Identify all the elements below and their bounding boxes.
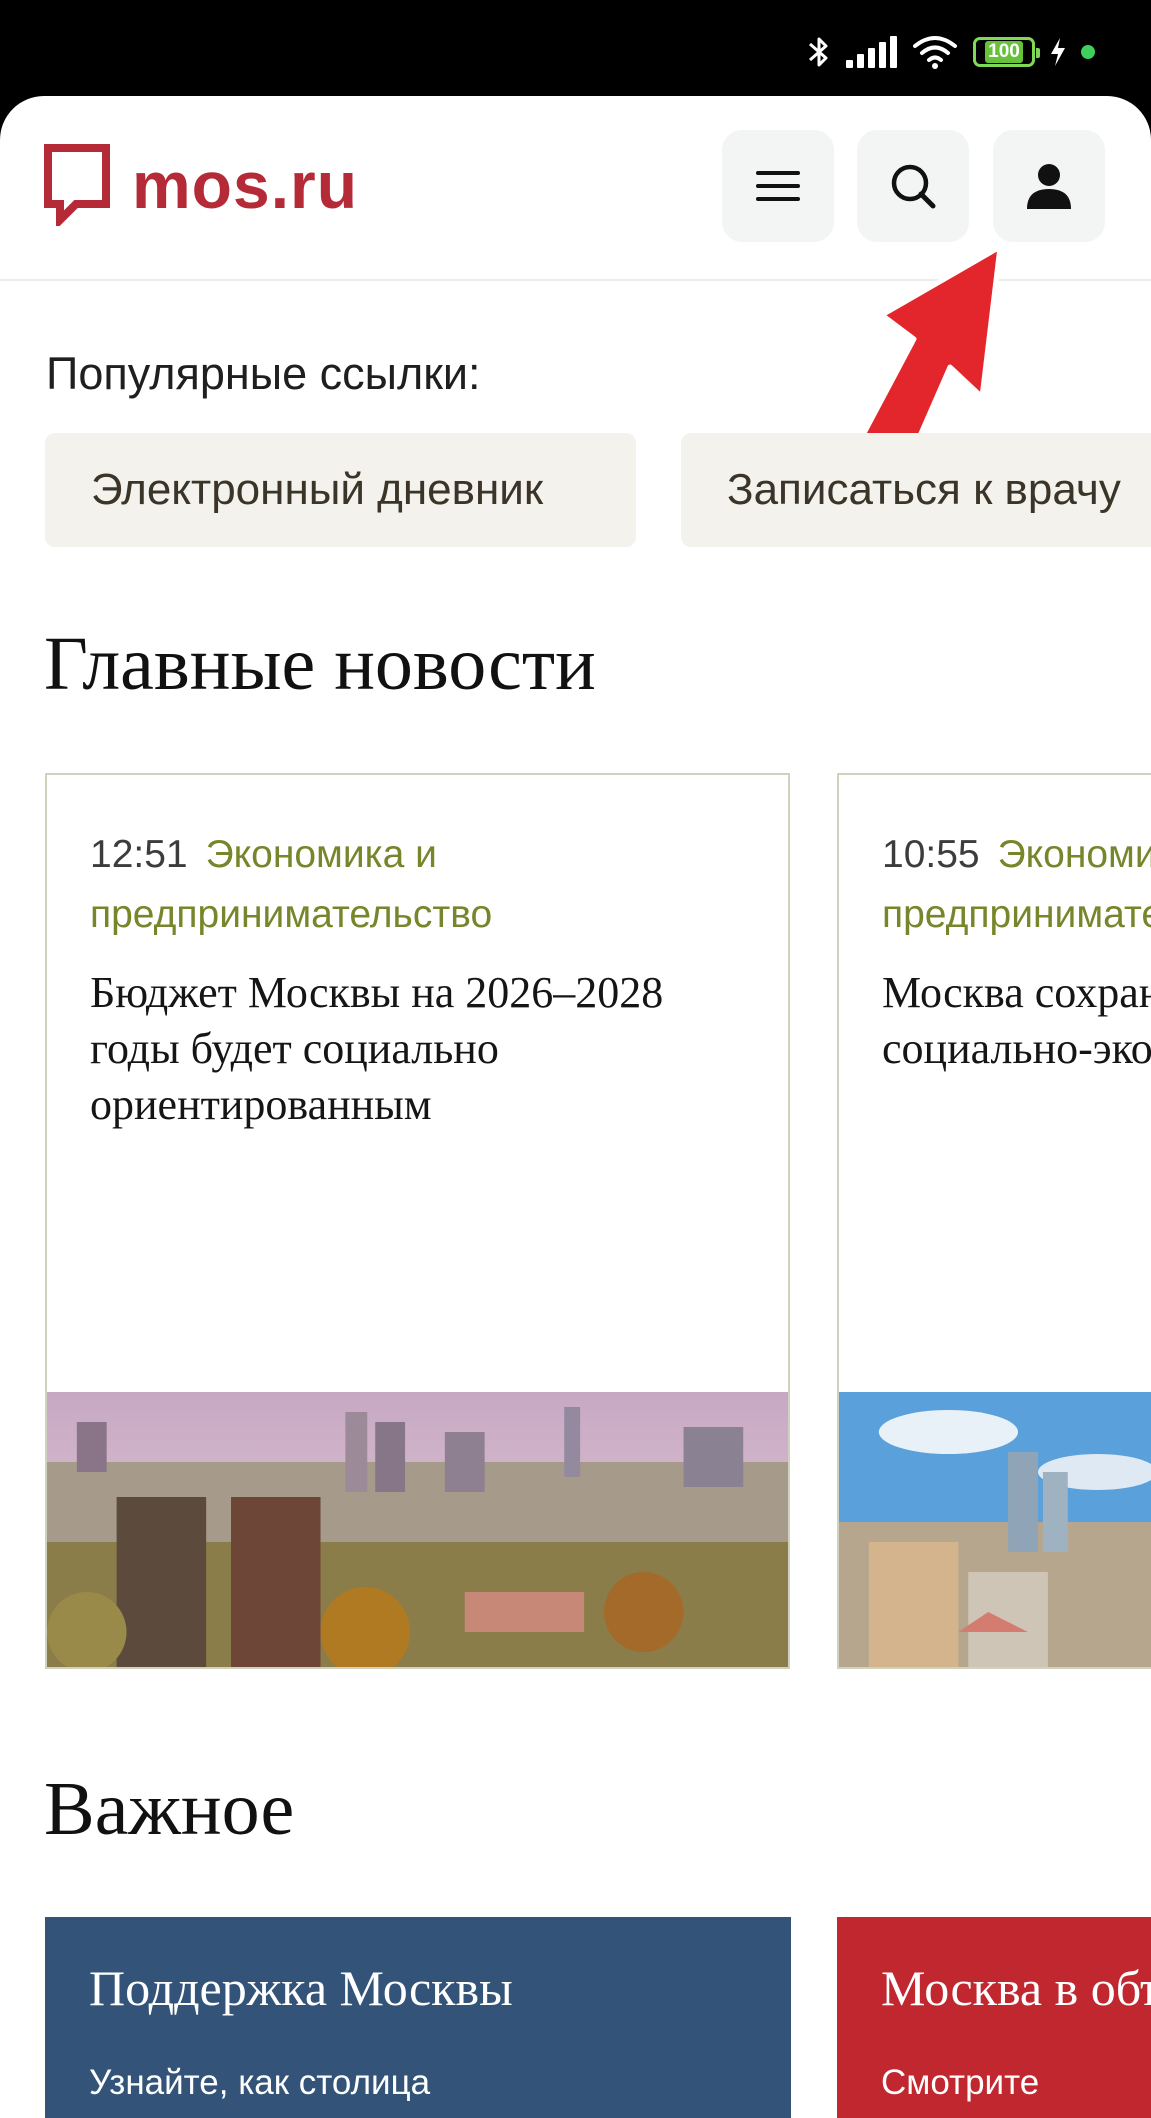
status-bar: 100	[0, 0, 1151, 96]
popular-links-label: Популярные ссылки:	[46, 348, 481, 399]
news-time: 10:55	[882, 833, 980, 876]
site-logo[interactable]: mos.ru	[44, 144, 358, 226]
site-header: mos.ru	[0, 96, 1151, 281]
important-card-title: Москва в объективе	[881, 1960, 1151, 2016]
battery-icon: 100	[973, 37, 1040, 67]
logo-text: mos.ru	[132, 148, 359, 222]
important-card-text: Смотрите	[881, 2063, 1040, 2102]
search-icon	[891, 164, 936, 209]
news-time: 12:51	[90, 833, 188, 876]
menu-button[interactable]	[722, 130, 834, 242]
news-meta: 12:51 Экономика и предпринимательство	[90, 825, 758, 945]
profile-button[interactable]	[993, 130, 1105, 242]
user-icon	[1027, 164, 1071, 209]
important-card-title: Поддержка Москвы	[89, 1960, 513, 2016]
important-card[interactable]: Поддержка Москвы Узнайте, как столица	[45, 1917, 791, 2118]
news-card[interactable]: 10:55Экономика и предпринимательство Мос…	[837, 773, 1151, 1669]
important-card-text: Узнайте, как столица	[89, 2063, 431, 2102]
menu-icon	[756, 171, 800, 201]
signal-icon	[846, 36, 897, 68]
search-button[interactable]	[857, 130, 969, 242]
browser-page: mos.ru Популярные ссылки: Электронный дн…	[0, 96, 1151, 2118]
news-headline: Москва сохраняет динамику социально-экон…	[882, 968, 1151, 1073]
status-icons: 100	[806, 34, 1095, 70]
wifi-icon	[913, 36, 957, 69]
logo-speech-bubble-icon	[44, 144, 110, 226]
important-card[interactable]: Москва в объективе Смотрите	[837, 1917, 1151, 2118]
popular-link-diary[interactable]: Электронный дневник	[45, 433, 636, 547]
news-section-title: Главные новости	[44, 622, 596, 706]
news-card[interactable]: 12:51 Экономика и предпринимательство Бюд…	[45, 773, 790, 1669]
privacy-indicator-dot	[1081, 45, 1095, 59]
battery-level: 100	[985, 41, 1023, 63]
news-photo-city	[47, 1392, 788, 1667]
important-section-title: Важное	[44, 1767, 295, 1851]
news-photo-city	[839, 1392, 1151, 1667]
news-headline: Бюджет Москвы на 2026–2028 годы будет со…	[90, 968, 664, 1129]
popular-link-doctor[interactable]: Записаться к врачу	[681, 433, 1151, 547]
bluetooth-icon	[809, 37, 828, 67]
charging-icon	[1051, 38, 1065, 66]
news-meta: 10:55Экономика и предпринимательство	[882, 825, 1151, 945]
